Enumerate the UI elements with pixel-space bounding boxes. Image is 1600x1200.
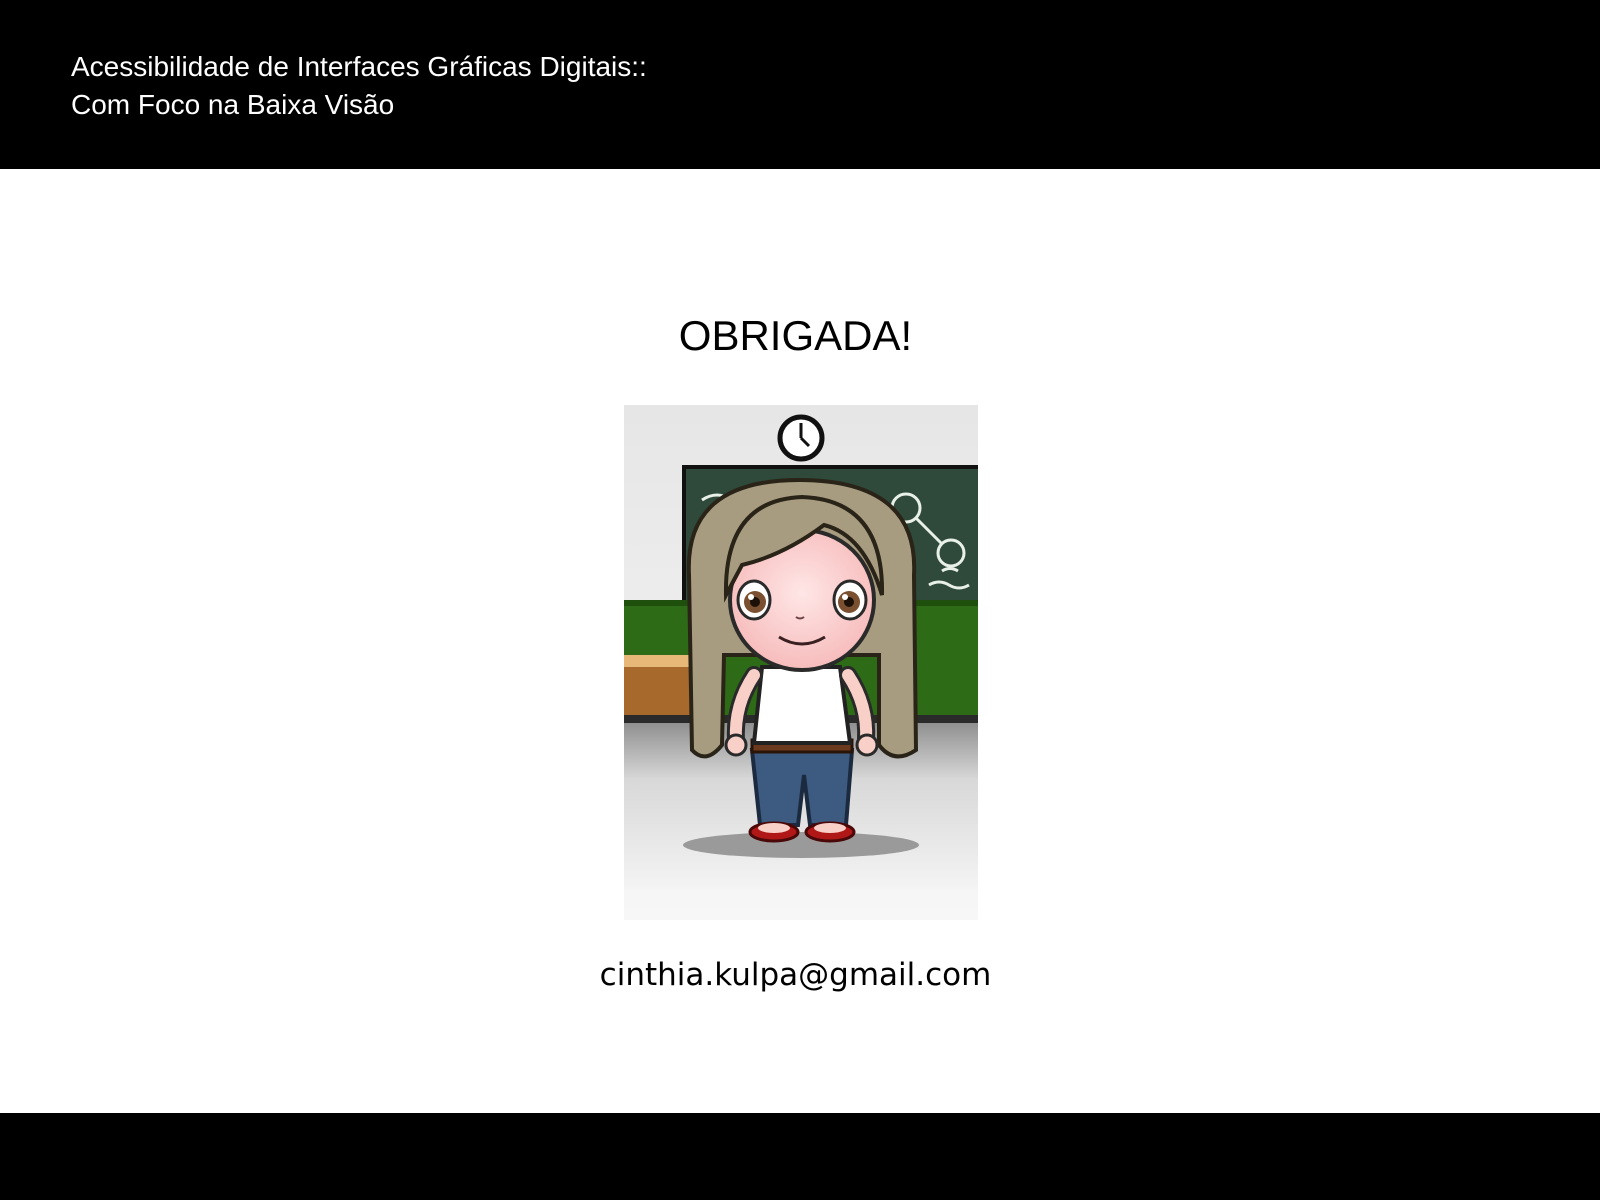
clock-icon bbox=[777, 414, 825, 462]
footer-bar bbox=[0, 1113, 1600, 1200]
header-bar: Acessibilidade de Interfaces Gráficas Di… bbox=[0, 0, 1600, 169]
shadow bbox=[683, 832, 919, 858]
presentation-title-line-1: Acessibilidade de Interfaces Gráficas Di… bbox=[71, 51, 647, 82]
presentation-title-line-2: Com Foco na Baixa Visão bbox=[71, 89, 395, 120]
presentation-title: Acessibilidade de Interfaces Gráficas Di… bbox=[71, 48, 647, 124]
slide-title: OBRIGADA! bbox=[678, 312, 913, 359]
cartoon-girl-classroom-image bbox=[624, 405, 978, 920]
contact-email[interactable]: cinthia.kulpa@gmail.com bbox=[0, 957, 1591, 993]
